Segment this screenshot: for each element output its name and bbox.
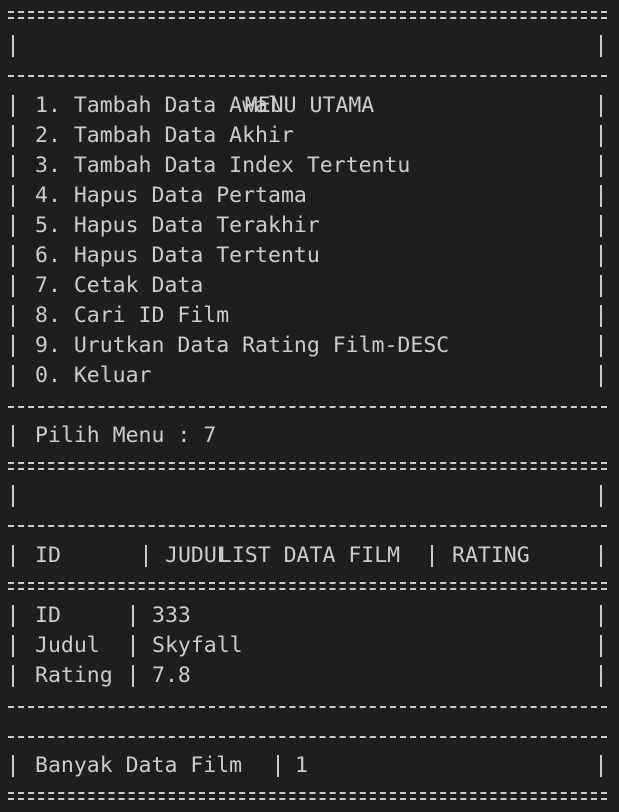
border-right [600,755,602,777]
separator-dash [8,706,607,708]
border-left [12,305,14,327]
header-judul: JUDUL [165,543,230,568]
terminal-window: MENU UTAMA 1. Tambah Data Awal 2. Tambah… [0,0,619,812]
separator-dash [8,406,607,408]
separator-double [8,582,607,590]
border-left [12,245,14,267]
menu-item-label: 4. Hapus Data Pertama [35,183,307,208]
menu-item: 6. Hapus Data Tertentu [0,241,619,271]
column-divider [145,545,147,567]
border-left [12,215,14,237]
count-row: Banyak Data Film 1 [0,751,619,781]
border-right [600,125,602,147]
list-title-row: LIST DATA FILM [0,481,619,568]
menu-item-label: 9. Urutkan Data Rating Film-DESC [35,333,450,358]
border-right [600,155,602,177]
menu-item-label: 5. Hapus Data Terakhir [35,213,320,238]
menu-item: 2. Tambah Data Akhir [0,121,619,151]
menu-item: 7. Cetak Data [0,271,619,301]
count-label: Banyak Data Film [35,753,243,778]
border-left [12,545,14,567]
separator-double [8,462,607,470]
column-divider [132,665,134,687]
record-label: Rating [35,663,113,688]
menu-item: 4. Hapus Data Pertama [0,181,619,211]
border-left [12,425,14,447]
menu-prompt-row: Pilih Menu : 7 [0,421,619,451]
record-row: ID 333 [0,601,619,631]
menu-item: 3. Tambah Data Index Tertentu [0,151,619,181]
border-left [12,485,14,507]
border-left [12,35,14,57]
border-right [600,95,602,117]
menu-item-label: 2. Tambah Data Akhir [35,123,294,148]
border-right [600,665,602,687]
header-rating: RATING [452,543,530,568]
menu-item: 9. Urutkan Data Rating Film-DESC [0,331,619,361]
menu-item-label: 1. Tambah Data Awal [35,93,281,118]
separator-dash [8,525,607,527]
border-left [12,275,14,297]
menu-title-row: MENU UTAMA [0,31,619,118]
menu-item-label: 3. Tambah Data Index Tertentu [35,153,411,178]
border-right [600,365,602,387]
border-right [600,605,602,627]
menu-item-label: 8. Cari ID Film [35,303,230,328]
record-row: Rating 7.8 [0,661,619,691]
column-divider [132,635,134,657]
border-right [600,485,602,507]
border-right [600,545,602,567]
border-left [12,125,14,147]
border-left [12,185,14,207]
menu-item: 8. Cari ID Film [0,301,619,331]
menu-item-label: 7. Cetak Data [35,273,204,298]
menu-prompt: Pilih Menu : 7 [35,423,217,448]
separator-double [8,792,607,800]
border-left [12,335,14,357]
border-left [12,155,14,177]
column-divider [277,755,279,777]
record-row: Judul Skyfall [0,631,619,661]
record-value: 7.8 [152,663,191,688]
border-right [600,245,602,267]
record-value: Skyfall [152,633,243,658]
border-right [600,335,602,357]
separator-dash [8,75,607,77]
column-divider [431,545,433,567]
border-right [600,185,602,207]
count-value: 1 [295,753,308,778]
record-label: ID [35,603,61,628]
border-left [12,95,14,117]
border-right [600,635,602,657]
border-left [12,365,14,387]
record-label: Judul [35,633,100,658]
border-right [600,215,602,237]
border-right [600,35,602,57]
menu-item-label: 0. Keluar [35,363,152,388]
border-left [12,635,14,657]
table-header-row: ID JUDUL RATING [0,541,619,571]
border-left [12,755,14,777]
record-value: 333 [152,603,191,628]
menu-item: 0. Keluar [0,361,619,391]
border-left [12,665,14,687]
header-id: ID [35,543,61,568]
border-left [12,605,14,627]
separator-double [8,11,607,19]
menu-item: 1. Tambah Data Awal [0,91,619,121]
menu-item: 5. Hapus Data Terakhir [0,211,619,241]
border-right [600,305,602,327]
separator-dash [8,736,607,738]
menu-item-label: 6. Hapus Data Tertentu [35,243,320,268]
column-divider [132,605,134,627]
border-right [600,275,602,297]
